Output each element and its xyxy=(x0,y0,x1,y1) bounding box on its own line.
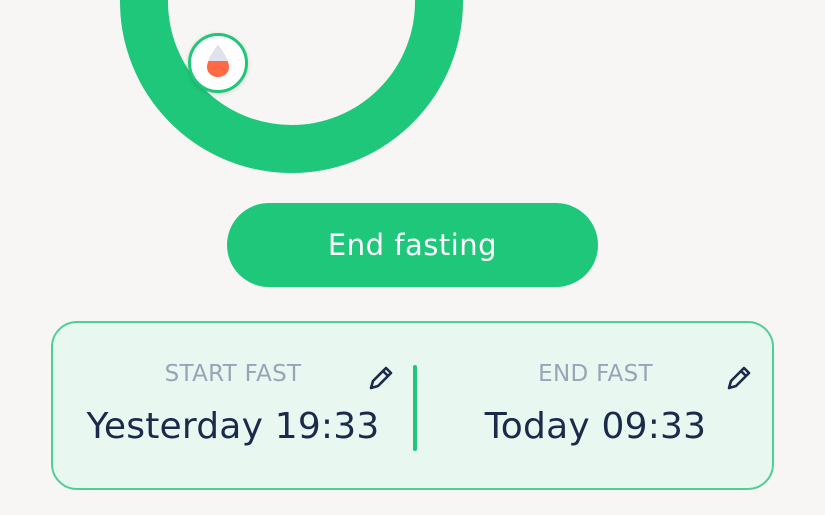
fast-times-card: START FAST Yesterday 19:33 END FAST Toda… xyxy=(51,321,774,490)
end-fasting-button[interactable]: End fasting xyxy=(227,203,598,287)
fasting-screen: End fasting START FAST Yesterday 19:33 E… xyxy=(0,0,825,515)
start-fast-label: START FAST xyxy=(164,361,302,387)
progress-marker-badge xyxy=(188,33,248,93)
water-drop-icon xyxy=(203,43,233,83)
end-fast-value: Today 09:33 xyxy=(484,406,707,447)
edit-start-pencil-icon[interactable] xyxy=(366,363,396,393)
start-fast-section: START FAST Yesterday 19:33 xyxy=(53,323,413,492)
edit-end-pencil-icon[interactable] xyxy=(724,363,754,393)
end-fast-section: END FAST Today 09:33 xyxy=(417,323,774,492)
end-fast-label: END FAST xyxy=(538,361,653,387)
start-fast-value: Yesterday 19:33 xyxy=(86,406,380,447)
fasting-progress-ring xyxy=(120,0,463,173)
